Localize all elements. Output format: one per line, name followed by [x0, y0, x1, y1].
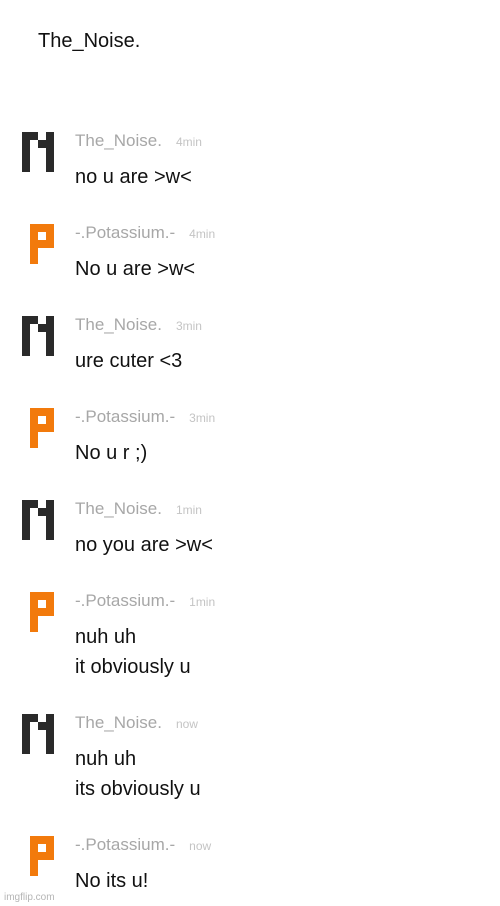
timestamp: 4min: [175, 135, 202, 149]
pixel-p-icon[interactable]: [22, 224, 62, 264]
pixel-p-icon[interactable]: [22, 836, 62, 876]
message-text: No its u!: [75, 866, 148, 896]
author-name[interactable]: The_Noise.: [75, 713, 162, 732]
author-name[interactable]: -.Potassium.-: [75, 223, 175, 242]
message-meta: The_Noise. 3min: [75, 314, 202, 337]
author-name[interactable]: -.Potassium.-: [75, 407, 175, 426]
author-name[interactable]: -.Potassium.-: [75, 835, 175, 854]
timestamp: 3min: [175, 319, 202, 333]
message-meta: The_Noise. now: [75, 712, 198, 735]
message-text: No u are >w<: [75, 254, 195, 284]
pixel-n-icon[interactable]: [22, 316, 62, 356]
message-meta: The_Noise. 1min: [75, 498, 202, 521]
message-text: no you are >w<: [75, 530, 213, 560]
message-line: No its u!: [75, 870, 149, 892]
message-line: it obviously u: [75, 656, 191, 678]
message-line: No u are >w<: [75, 258, 196, 280]
author-name[interactable]: The_Noise.: [75, 131, 162, 150]
message-text: No u r ;): [75, 438, 147, 468]
message-meta: The_Noise. 4min: [75, 130, 202, 153]
message-text: ure cuter <3: [75, 346, 182, 376]
timestamp: now: [175, 717, 198, 731]
message-line: no u are >w<: [75, 166, 192, 188]
pixel-n-icon[interactable]: [22, 132, 62, 172]
message-text: no u are >w<: [75, 162, 192, 192]
message-line: its obviously u: [75, 778, 201, 800]
message-text: nuh uh its obviously u: [75, 744, 201, 804]
message-meta: -.Potassium.- 3min: [75, 406, 215, 429]
timestamp: 1min: [189, 595, 216, 609]
author-name[interactable]: -.Potassium.-: [75, 591, 175, 610]
watermark: imgflip.com: [4, 892, 55, 903]
message-line: ure cuter <3: [75, 350, 183, 372]
chat-title: The_Noise.: [38, 30, 141, 52]
author-name[interactable]: The_Noise.: [75, 499, 162, 518]
timestamp: 1min: [175, 503, 202, 517]
timestamp: 4min: [189, 227, 216, 241]
message-meta: -.Potassium.- now: [75, 834, 211, 857]
message-line: nuh uh: [75, 626, 137, 648]
message-line: no you are >w<: [75, 534, 213, 556]
message-text: nuh uh it obviously u: [75, 622, 191, 682]
pixel-p-icon[interactable]: [22, 592, 62, 632]
message-line: nuh uh: [75, 748, 137, 770]
message-line: No u r ;): [75, 442, 148, 464]
timestamp: 3min: [189, 411, 216, 425]
timestamp: now: [189, 839, 212, 853]
pixel-n-icon[interactable]: [22, 500, 62, 540]
message-meta: -.Potassium.- 4min: [75, 222, 215, 245]
pixel-n-icon[interactable]: [22, 714, 62, 754]
author-name[interactable]: The_Noise.: [75, 315, 162, 334]
message-meta: -.Potassium.- 1min: [75, 590, 215, 613]
pixel-p-icon[interactable]: [22, 408, 62, 448]
